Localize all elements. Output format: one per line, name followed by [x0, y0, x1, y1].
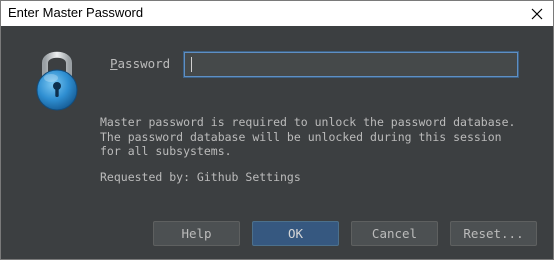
password-label-mnemonic: P	[110, 56, 118, 71]
close-icon	[531, 8, 543, 19]
help-button[interactable]: Help	[153, 221, 240, 246]
cancel-button[interactable]: Cancel	[351, 221, 438, 246]
text-caret	[191, 57, 192, 72]
password-label: Password	[110, 56, 170, 71]
title-bar: Enter Master Password	[1, 1, 553, 26]
requested-by-text: Requested by: Github Settings	[100, 170, 301, 184]
background-window-text-fragment	[101, 254, 197, 260]
ok-button[interactable]: OK	[252, 221, 339, 246]
reset-button[interactable]: Reset...	[450, 221, 537, 246]
info-message: Master password is required to unlock th…	[100, 115, 516, 158]
padlock-icon	[36, 48, 78, 112]
password-label-rest: assword	[117, 56, 171, 71]
window-title: Enter Master Password	[8, 5, 144, 20]
master-password-dialog: Enter Master Password Password Master pa…	[0, 0, 554, 260]
password-input[interactable]	[184, 52, 518, 77]
close-button[interactable]	[525, 1, 549, 26]
